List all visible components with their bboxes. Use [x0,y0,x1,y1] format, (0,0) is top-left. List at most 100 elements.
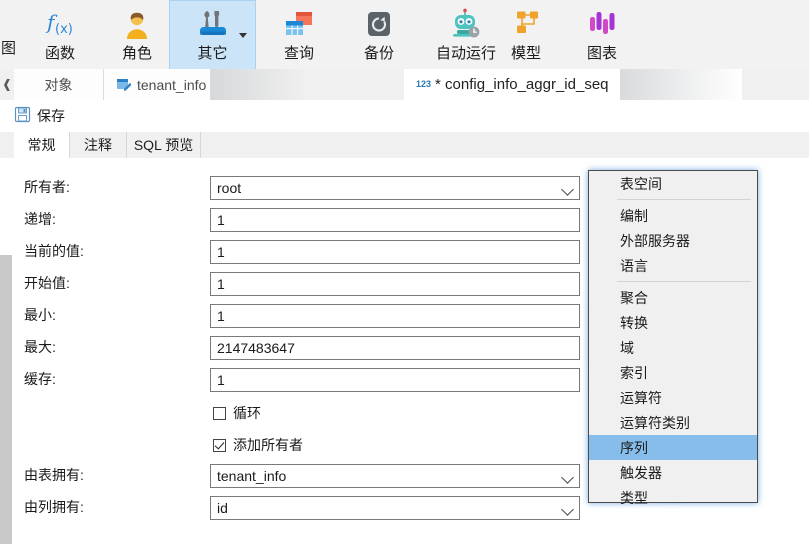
tab-strip-fade-right [620,69,742,100]
chevron-down-icon [561,503,574,516]
form-label: 由列拥有: [24,499,84,515]
increment-input[interactable]: 1 [210,208,580,232]
menu-item-label: 表空间 [620,175,662,192]
owned-by-column-select[interactable]: id [210,496,580,520]
tab-general[interactable]: 常规 [14,132,70,158]
add-owner-label: 添加所有者 [233,437,303,453]
form-label: 开始值: [24,275,70,291]
table-edit-icon [116,77,131,92]
ribbon-button-query[interactable]: 查询 [256,0,342,69]
svg-text:(x): (x) [55,22,73,37]
menu-item-label: 运算符类别 [620,414,690,431]
ribbon-button-chart[interactable]: 图表 [559,0,645,69]
menu-item-foreign-server[interactable]: 外部服务器 [589,228,757,253]
tab-strip-fade [211,69,306,100]
menu-item-label: 运算符 [620,389,662,406]
owned-by-column-value: id [217,500,228,516]
min-value-input[interactable]: 1 [210,304,580,328]
ribbon-button-backup[interactable]: 备份 [336,0,422,69]
menu-item-label: 编制 [620,207,648,224]
chevron-down-icon [561,183,574,196]
menu-item-label: 域 [620,339,634,356]
start-value: 1 [217,276,225,292]
ribbon-button-other[interactable]: 其它 [169,0,256,69]
menu-item-sequence[interactable]: 序列 [589,435,757,460]
start-value-input[interactable]: 1 [210,272,580,296]
current-value-input[interactable]: 1 [210,240,580,264]
menu-item-tablespace[interactable]: 表空间 [589,171,757,196]
form-label: 递增: [24,211,56,227]
menu-item-label: 触发器 [620,464,662,481]
menu-item-conversion[interactable]: 转换 [589,310,757,335]
cache-value: 1 [217,372,225,388]
document-tab-label: tenant_info [137,76,207,93]
owned-by-table-select[interactable]: tenant_info [210,464,580,488]
document-tab-label: * config_info_aggr_id_seq [435,76,609,93]
menu-item-type[interactable]: 类型 [589,485,757,510]
owned-by-table-value: tenant_info [217,468,287,484]
menu-item-label: 序列 [620,439,648,456]
tab-label: 注释 [84,137,112,153]
floppy-save-icon [14,106,31,126]
menu-item-aggregate[interactable]: 聚合 [589,285,757,310]
chart-icon [579,6,625,43]
owner-value: root [217,180,242,196]
chevron-down-icon[interactable] [239,33,247,38]
document-tab-objects[interactable]: 对象 [14,69,104,100]
tab-label: 常规 [27,136,56,153]
ribbon-button-role[interactable]: 角色 [94,0,180,69]
max-value-input[interactable]: 2147483647 [210,336,580,360]
document-tab-tenant-info[interactable]: tenant_info [104,69,211,100]
ribbon-button-label: 模型 [510,45,541,62]
ribbon-button-label: 备份 [363,45,394,62]
other-objects-dropdown-menu: 表空间 编制 外部服务器 语言 聚合 转换 域 索引 运算符 运算符类别 序列 … [588,170,758,506]
menu-separator [617,281,751,282]
form-label: 当前的值: [24,243,84,259]
current-value: 1 [217,244,225,260]
backup-icon [356,6,402,43]
increment-value: 1 [217,212,225,228]
menu-item-language[interactable]: 语言 [589,253,757,278]
cycle-checkbox[interactable] [213,407,226,420]
menu-separator [617,199,751,200]
save-button[interactable]: 保存 [14,105,65,127]
tab-label: SQL 预览 [133,137,194,153]
owner-select[interactable]: root [210,176,580,200]
menu-item-label: 外部服务器 [620,232,690,249]
document-tab-strip: ❰ 对象 tenant_info 123 * config_info_aggr_… [0,69,809,169]
form-label: 缓存: [24,371,56,387]
query-icon [276,6,322,43]
menu-item-index[interactable]: 索引 [589,360,757,385]
chevron-down-icon [561,471,574,484]
tools-other-icon [190,6,236,43]
menu-item-label: 语言 [620,257,648,274]
application-window: 图 f (x) 函数 角色 其它 查询 备份 自动运行 模型 图表 ❰ 对象 t… [0,0,809,544]
tab-sql-preview[interactable]: SQL 预览 [127,132,201,158]
menu-item-trigger[interactable]: 触发器 [589,460,757,485]
ribbon-button-label: 查询 [283,45,314,62]
menu-item-label: 转换 [620,314,648,331]
user-role-icon [114,6,160,43]
form-label: 所有者: [24,179,70,195]
menu-item-operator-class[interactable]: 运算符类别 [589,410,757,435]
form-label: 最大: [24,339,56,355]
ribbon-button-function[interactable]: f (x) 函数 [17,0,103,69]
tab-comment[interactable]: 注释 [70,132,127,158]
menu-item-label: 聚合 [620,289,648,306]
ribbon-toolbar: 图 f (x) 函数 角色 其它 查询 备份 自动运行 模型 图表 [0,0,809,70]
menu-item-collation[interactable]: 编制 [589,203,757,228]
menu-item-operator[interactable]: 运算符 [589,385,757,410]
min-value: 1 [217,308,225,324]
tab-scroll-left-icon[interactable]: ❰ [2,77,12,91]
number-type-icon: 123 [416,79,432,89]
menu-item-label: 类型 [620,489,648,506]
form-label: 最小: [24,307,56,323]
add-owner-checkbox[interactable] [213,439,226,452]
cache-input[interactable]: 1 [210,368,580,392]
form-label: 由表拥有: [24,467,84,483]
ribbon-button-label: 图表 [586,45,617,62]
property-tab-bar: 常规 注释 SQL 预览 [0,132,809,159]
menu-item-domain[interactable]: 域 [589,335,757,360]
ribbon-clipped-label: 图 [1,40,17,57]
ribbon-button-model[interactable]: 模型 [483,0,569,69]
